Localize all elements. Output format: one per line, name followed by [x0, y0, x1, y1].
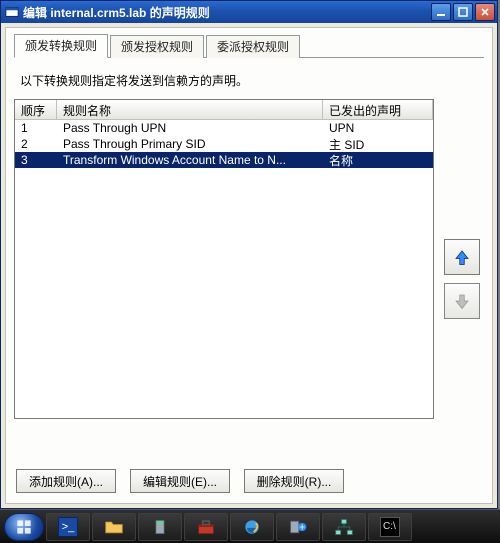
order-buttons	[444, 99, 484, 453]
dialog-window: 编辑 internal.crm5.lab 的声明规则 颁发转换规则颁发授权规则委…	[0, 0, 498, 509]
server-icon	[150, 517, 170, 537]
task-ie[interactable]	[230, 513, 274, 541]
tab-1[interactable]: 颁发授权规则	[110, 35, 204, 58]
task-cmd[interactable]: C:\	[368, 513, 412, 541]
header-name[interactable]: 规则名称	[57, 100, 323, 119]
arrow-up-icon	[453, 248, 471, 266]
window-title: 编辑 internal.crm5.lab 的声明规则	[23, 4, 431, 21]
task-powershell[interactable]: >_	[46, 513, 90, 541]
button-row: 添加规则(A)... 编辑规则(E)... 删除规则(R)...	[14, 453, 484, 497]
start-button[interactable]	[4, 513, 44, 541]
list-body: 1Pass Through UPNUPN2Pass Through Primar…	[15, 120, 433, 418]
task-network[interactable]	[322, 513, 366, 541]
cell-claim: UPN	[323, 121, 433, 135]
close-button[interactable]	[475, 3, 495, 21]
cell-order: 3	[15, 153, 57, 167]
network-icon	[334, 517, 354, 537]
cell-name: Pass Through UPN	[57, 121, 323, 135]
list-header[interactable]: 顺序 规则名称 已发出的声明	[15, 100, 433, 120]
maximize-button[interactable]	[453, 3, 473, 21]
window-buttons	[431, 3, 495, 21]
list-row[interactable]: 2Pass Through Primary SID主 SID	[15, 136, 433, 152]
list-row[interactable]: 1Pass Through UPNUPN	[15, 120, 433, 136]
description-text: 以下转换规则指定将发送到信赖方的声明。	[20, 72, 482, 89]
edit-rule-button[interactable]: 编辑规则(E)...	[130, 469, 230, 493]
taskbar[interactable]: >_ C:\	[0, 509, 500, 543]
folder-icon	[104, 517, 124, 537]
ie-icon	[242, 517, 262, 537]
title-bar[interactable]: 编辑 internal.crm5.lab 的声明规则	[1, 1, 497, 23]
toolbox-icon	[196, 517, 216, 537]
cell-order: 1	[15, 121, 57, 135]
main-row: 顺序 规则名称 已发出的声明 1Pass Through UPNUPN2Pass…	[14, 99, 484, 453]
remove-rule-button[interactable]: 删除规则(R)...	[244, 469, 344, 493]
minimize-button[interactable]	[431, 3, 451, 21]
rules-list[interactable]: 顺序 规则名称 已发出的声明 1Pass Through UPNUPN2Pass…	[14, 99, 434, 419]
cell-claim: 主 SID	[323, 136, 433, 153]
cmd-icon: C:\	[380, 517, 400, 537]
move-up-button[interactable]	[444, 239, 480, 275]
cell-name: Pass Through Primary SID	[57, 137, 323, 151]
tab-0[interactable]: 颁发转换规则	[14, 34, 108, 58]
cell-order: 2	[15, 137, 57, 151]
start-orb-icon	[14, 517, 34, 537]
cell-name: Transform Windows Account Name to N...	[57, 153, 323, 167]
tab-bar: 颁发转换规则颁发授权规则委派授权规则	[14, 36, 484, 58]
task-adfs[interactable]	[276, 513, 320, 541]
app-icon	[5, 5, 19, 19]
client-area: 颁发转换规则颁发授权规则委派授权规则 以下转换规则指定将发送到信赖方的声明。 顺…	[5, 27, 493, 504]
header-order[interactable]: 顺序	[15, 100, 57, 119]
task-explorer[interactable]	[92, 513, 136, 541]
list-row[interactable]: 3Transform Windows Account Name to N...名…	[15, 152, 433, 168]
arrow-down-icon	[453, 292, 471, 310]
move-down-button[interactable]	[444, 283, 480, 319]
header-claim[interactable]: 已发出的声明	[323, 100, 433, 119]
adfs-icon	[288, 517, 308, 537]
task-toolbox[interactable]	[184, 513, 228, 541]
powershell-icon: >_	[58, 517, 78, 537]
cell-claim: 名称	[323, 152, 433, 169]
add-rule-button[interactable]: 添加规则(A)...	[16, 469, 116, 493]
tab-2[interactable]: 委派授权规则	[206, 35, 300, 58]
task-server-manager[interactable]	[138, 513, 182, 541]
